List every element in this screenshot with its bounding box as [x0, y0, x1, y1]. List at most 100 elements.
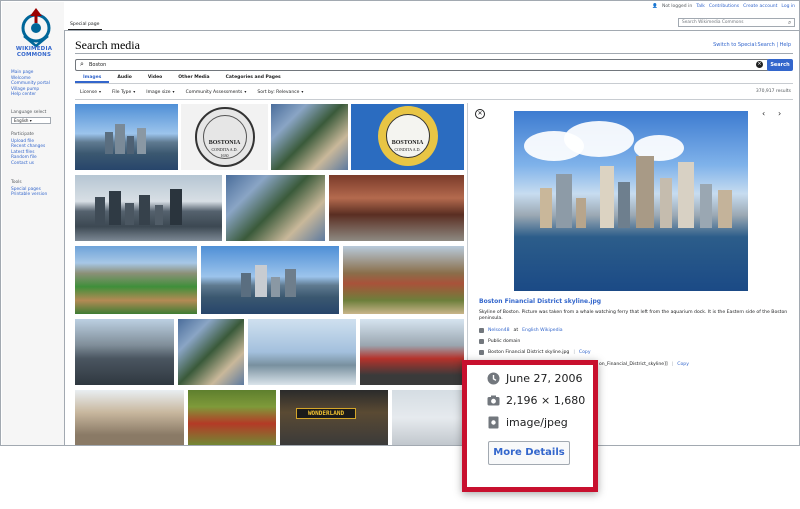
tools-heading: Tools [11, 180, 22, 185]
thumbnail-image[interactable]: WONDERLAND [280, 390, 388, 445]
search-button[interactable]: Search [767, 59, 793, 71]
author-link[interactable]: Nelson48 [488, 328, 510, 333]
thumbnail-image[interactable] [75, 390, 184, 445]
detail-preview-image[interactable] [514, 111, 748, 291]
search-input[interactable] [75, 59, 769, 71]
user-bar: 👤 Not logged in Talk Contributions Creat… [652, 4, 795, 9]
mime-row: image/jpeg [487, 416, 568, 429]
title-divider [75, 53, 793, 54]
thumbnail-image[interactable] [75, 104, 178, 170]
chevron-right-icon[interactable]: › [778, 109, 781, 118]
thumbnail-image[interactable] [392, 390, 464, 445]
chevron-left-icon[interactable]: ‹ [762, 109, 765, 118]
chevron-down-icon: ▾ [133, 89, 136, 94]
nav-help-center[interactable]: Help center [11, 92, 50, 98]
author-at: at [513, 328, 519, 333]
filter-community-assessments-label: Community Assessments [185, 90, 243, 95]
filter-image-size[interactable]: Image size ▾ [146, 89, 174, 95]
close-icon[interactable]: ✕ [475, 109, 485, 119]
chevron-down-icon: ▾ [172, 89, 175, 94]
nav-contact-us[interactable]: Contact us [11, 161, 45, 167]
user-icon: 👤 [652, 4, 658, 9]
nav-community-portal[interactable]: Community portal [11, 81, 50, 87]
thumbnail-image[interactable]: BOSTONIA CONDITA A.D. [351, 104, 464, 170]
date-text: June 27, 2006 [506, 372, 583, 385]
tab-categories-and-pages[interactable]: Categories and Pages [218, 73, 289, 83]
thumbnail-image[interactable] [75, 175, 222, 241]
copy-filename-button[interactable]: Copy [579, 350, 591, 355]
chevron-down-icon: ▾ [244, 89, 247, 94]
language-select[interactable]: English ▾ [11, 116, 51, 124]
thumbnail-image[interactable] [360, 319, 464, 385]
filters-bar: License ▾ File Type ▾ Image size ▾ Communit… [80, 89, 303, 95]
clock-icon [487, 372, 500, 385]
browser-frame: WIKIMEDIA COMMONS Main page Welcome Comm… [0, 0, 800, 446]
switch-to-special-search-link[interactable]: Switch to Special:Search | Help [713, 42, 791, 48]
logo-text: WIKIMEDIA COMMONS [15, 46, 53, 58]
filter-sort[interactable]: Sort by: Relevance ▾ [257, 89, 303, 95]
tab-audio[interactable]: Audio [109, 73, 140, 83]
detail-file-title[interactable]: Boston Financial District skyline.jpg [479, 298, 601, 305]
thumbnail-image[interactable] [329, 175, 464, 241]
thumbnail-image[interactable] [75, 246, 197, 314]
thumbnail-image[interactable] [178, 319, 244, 385]
wonderland-sign: WONDERLAND [296, 408, 356, 419]
thumbnail-image[interactable] [201, 246, 339, 314]
chevron-down-icon: ▾ [301, 89, 304, 94]
seal-year: 1630 [220, 153, 229, 158]
filter-file-type[interactable]: File Type ▾ [112, 89, 135, 95]
language-value: English [14, 117, 29, 123]
license-text: Public domain [488, 339, 521, 344]
thumbnail-image[interactable] [271, 104, 348, 170]
tab-video[interactable]: Video [140, 73, 170, 83]
clear-icon[interactable]: × [756, 61, 763, 68]
dimensions-text: 2,196 × 1,680 [506, 394, 586, 407]
nav-tools: Tools Special pages Printable version [11, 180, 47, 198]
filter-community-assessments[interactable]: Community Assessments ▾ [186, 89, 247, 95]
more-details-button[interactable]: More Details [488, 441, 570, 465]
filter-license-label: License [80, 90, 97, 95]
wikitext-row: on_Financial_District_skyline]] | Copy [599, 362, 689, 367]
language-label: Language select [11, 110, 47, 115]
thumbnail-image[interactable] [248, 319, 356, 385]
license-row: Public domain [479, 339, 520, 344]
copy-wikitext-button[interactable]: Copy [677, 362, 689, 367]
header-search-input[interactable]: Search Wikimedia Commons [678, 18, 795, 27]
author-site-link[interactable]: English Wikipedia [522, 328, 562, 333]
seal-text: BOSTONIA [208, 140, 241, 146]
filter-license[interactable]: License ▾ [80, 89, 101, 95]
login-link[interactable]: Log in [781, 4, 795, 9]
seal-subtext: CONDITA A.D. [211, 147, 238, 152]
nav-participate: Participate Upload file Recent changes L… [11, 132, 45, 167]
tab-images[interactable]: Images [75, 73, 110, 83]
settings-icon [488, 416, 499, 429]
separator: | [573, 350, 575, 355]
thumbnail-image[interactable] [226, 175, 325, 241]
image-file-icon [479, 350, 484, 355]
author-row: Nelson48 at English Wikipedia [479, 328, 563, 333]
create-account-link[interactable]: Create account [743, 4, 777, 9]
tab-special-page[interactable]: Special page [68, 20, 102, 30]
lock-icon [479, 339, 484, 344]
tab-other-media[interactable]: Other Media [170, 73, 217, 83]
login-status: Not logged in [661, 4, 693, 9]
thumbnail-image[interactable]: BOSTONIA CONDITA A.D. 1630 [181, 104, 268, 170]
wikitext-text: on_Financial_District_skyline]] [599, 362, 668, 367]
filters-divider [75, 99, 793, 100]
participate-heading: Participate [11, 132, 34, 137]
nav-recent-changes[interactable]: Recent changes [11, 144, 45, 150]
nav-printable-version[interactable]: Printable version [11, 192, 47, 198]
filename-text: Boston Financial District skyline.jpg [488, 350, 570, 355]
detail-description: Skyline of Boston. Picture was taken fro… [479, 310, 788, 322]
talk-link[interactable]: Talk [696, 4, 705, 9]
header-search-icon[interactable]: ⌕ [788, 19, 791, 27]
flag-seal-subtext: CONDITA A.D. [394, 147, 421, 152]
thumbnail-image[interactable] [75, 319, 174, 385]
media-type-tabs: Images Audio Video Other Media Categorie… [75, 73, 289, 83]
nav-main: Main page Welcome Community portal Villa… [11, 70, 50, 98]
thumbnail-image[interactable] [188, 390, 276, 445]
contributions-link[interactable]: Contributions [709, 4, 739, 9]
mime-text: image/jpeg [506, 416, 568, 429]
tabs-divider [75, 83, 793, 84]
thumbnail-image[interactable] [343, 246, 464, 314]
